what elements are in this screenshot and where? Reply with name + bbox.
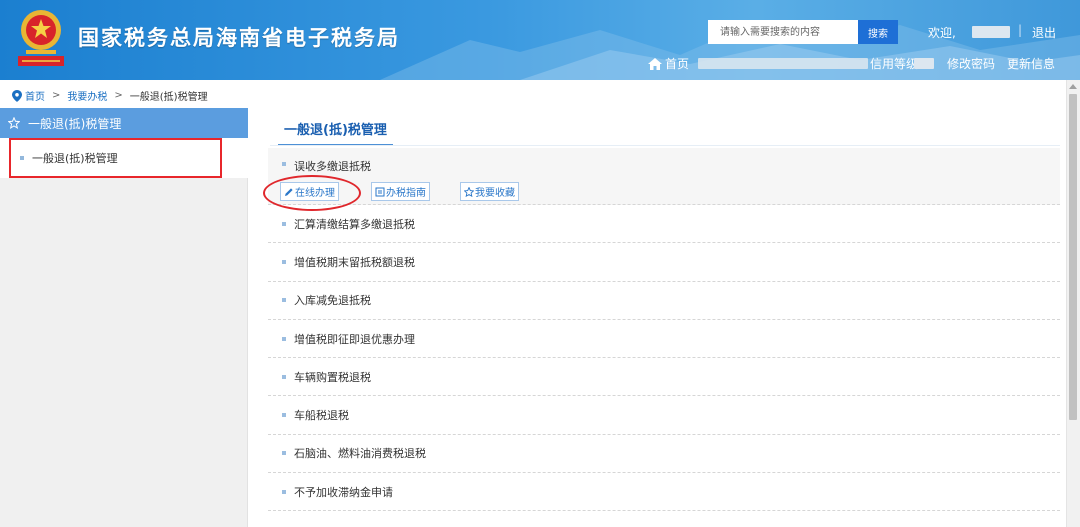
list-item[interactable]: 车辆购置税退税: [268, 358, 1060, 397]
list-item[interactable]: 车船税退税: [268, 396, 1060, 435]
tab-divider: [270, 145, 1060, 146]
service-list: 误收多缴退抵税 在线办理 办税指南 我要收藏 汇算清缴结算多缴退抵税 增值税期末…: [268, 148, 1060, 512]
credit-rating-label[interactable]: 信用等级: [870, 55, 918, 72]
star-outline-icon: [8, 117, 20, 129]
list-item-label: 入库减免退抵税: [294, 294, 371, 308]
list-item-label: 车辆购置税退税: [294, 370, 371, 384]
list-item[interactable]: 误收多缴退抵税 在线办理 办税指南 我要收藏: [268, 148, 1060, 205]
tax-guide-label: 办税指南: [386, 188, 426, 199]
breadcrumb-separator: >: [114, 90, 123, 101]
logout-link[interactable]: 退出: [1032, 24, 1056, 41]
bullet-icon: [282, 162, 286, 166]
redacted-username: [972, 26, 1010, 38]
list-item[interactable]: 汇算清缴结算多缴退抵税: [268, 205, 1060, 244]
update-info-link[interactable]: 更新信息: [1007, 55, 1055, 72]
scrollbar-thumb[interactable]: [1069, 94, 1077, 420]
site-title: 国家税务总局海南省电子税务局: [78, 26, 400, 50]
breadcrumb-current: 一般退(抵)税管理: [129, 92, 208, 103]
list-item-label: 增值税期末留抵税额退税: [294, 255, 415, 269]
site-header: 国家税务总局海南省电子税务局 搜索 欢迎, | 退出 首页 信用等级 修改密码 …: [0, 0, 1080, 80]
sidebar-header[interactable]: 一般退(抵)税管理: [0, 108, 248, 138]
annotation-highlight-box: [9, 138, 222, 178]
search-input[interactable]: [708, 20, 858, 44]
bullet-icon: [282, 221, 286, 226]
breadcrumb-home[interactable]: 首页: [25, 88, 45, 103]
header-separator: |: [1018, 23, 1023, 37]
sidebar-header-label: 一般退(抵)税管理: [28, 116, 122, 131]
tab-general-refund[interactable]: 一般退(抵)税管理: [278, 112, 393, 146]
home-nav-label: 首页: [665, 57, 690, 71]
location-pin-icon: [12, 89, 22, 102]
star-outline-icon: [464, 186, 474, 197]
list-item-label: 误收多缴退抵税: [294, 160, 371, 173]
bullet-icon: [282, 451, 286, 456]
list-item-label: 石脑油、燃料油消费税退税: [294, 447, 426, 461]
bullet-icon: [282, 298, 286, 303]
list-item[interactable]: 增值税期末留抵税额退税: [268, 243, 1060, 282]
home-icon: [648, 57, 662, 70]
list-item-label: 汇算清缴结算多缴退抵税: [294, 217, 415, 231]
redacted-nav-info: [698, 58, 868, 69]
list-item[interactable]: 增值税即征即退优惠办理: [268, 320, 1060, 359]
list-item-label: 不予加收滞纳金申请: [294, 485, 393, 499]
redacted-credit-rating: [914, 58, 934, 69]
favorite-button[interactable]: 我要收藏: [460, 182, 519, 201]
scroll-up-arrow-icon[interactable]: [1069, 84, 1077, 89]
welcome-text: 欢迎,: [928, 26, 956, 40]
guide-icon: [375, 187, 385, 196]
tax-emblem-icon: [18, 10, 64, 66]
bullet-icon: [282, 413, 286, 418]
favorite-label: 我要收藏: [475, 188, 515, 199]
home-nav-link[interactable]: 首页: [648, 55, 689, 72]
list-item[interactable]: 石脑油、燃料油消费税退税: [268, 435, 1060, 474]
list-item-label: 车船税退税: [294, 409, 349, 423]
breadcrumb-separator: >: [52, 90, 61, 101]
bullet-icon: [282, 374, 286, 379]
breadcrumb-my-tax[interactable]: 我要办税: [67, 88, 107, 103]
breadcrumb: 首页 > 我要办税 > 一般退(抵)税管理: [12, 88, 208, 103]
list-item[interactable]: 不予加收滞纳金申请: [268, 473, 1060, 512]
change-password-link[interactable]: 修改密码: [947, 55, 995, 72]
search-button[interactable]: 搜索: [858, 20, 898, 44]
list-item-label: 增值税即征即退优惠办理: [294, 332, 415, 346]
tax-guide-button[interactable]: 办税指南: [371, 182, 430, 201]
list-item[interactable]: 入库减免退抵税: [268, 282, 1060, 320]
annotation-highlight-oval: [263, 175, 361, 211]
bullet-icon: [282, 336, 286, 341]
bullet-icon: [282, 489, 286, 494]
bullet-icon: [282, 259, 286, 264]
